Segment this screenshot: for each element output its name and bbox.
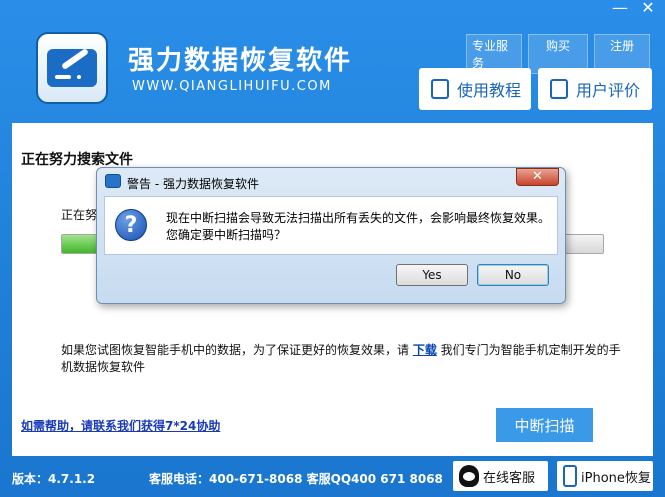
user-review-label: 用户评价 (576, 81, 641, 100)
question-icon: ? (115, 209, 147, 241)
download-link[interactable]: 下载 (413, 343, 437, 357)
online-service-button[interactable]: 在线客服 (453, 461, 548, 491)
contact-info: 客服电话：400-671-8068 客服QQ400 671 8068 (149, 472, 443, 486)
tutorial-label: 使用教程 (457, 81, 522, 100)
dialog-message-line1: 现在中断扫描会导致无法扫描出所有丢失的文件，会影响最终恢复效果。 (166, 211, 551, 225)
info-before: 如果您试图恢复智能手机中的数据，为了保证更好的恢复效果，请 (61, 343, 413, 357)
app-logo (36, 32, 108, 104)
yes-button[interactable]: Yes (396, 264, 468, 286)
help-link[interactable]: 如需帮助，请联系我们获得7*24协助 (21, 417, 220, 434)
app-url: WWW.QIANGLIHUIFU.COM (132, 79, 332, 94)
scan-status: 正在努 (61, 208, 98, 222)
phone-icon (563, 465, 577, 487)
window-controls: — ✕ (611, 0, 657, 16)
drive-icon (47, 49, 97, 87)
info-text: 如果您试图恢复智能手机中的数据，为了保证更好的恢复效果，请 下载 我们专门为智能… (61, 342, 621, 376)
dialog-body: ? 现在中断扫描会导致无法扫描出所有丢失的文件，会影响最终恢复效果。 您确定要中… (104, 196, 558, 255)
dialog-message-line2: 您确定要中断扫描吗？ (166, 228, 287, 242)
dialog-close-button[interactable]: ✕ (516, 168, 559, 186)
footer: 版本：4.7.1.2 客服电话：400-671-8068 客服QQ400 671… (0, 456, 665, 497)
stop-scan-button[interactable]: 中断扫描 (496, 408, 593, 442)
version-label: 版本：4.7.1.2 (12, 472, 96, 486)
no-button[interactable]: No (477, 264, 549, 286)
tutorial-button[interactable]: 使用教程 (419, 68, 531, 110)
close-button[interactable]: ✕ (639, 0, 657, 16)
minimize-button[interactable]: — (611, 0, 629, 16)
comment-icon (550, 79, 568, 99)
online-service-label: 在线客服 (483, 470, 536, 486)
app-window: — ✕ 强力数据恢复软件 WWW.QIANGLIHUIFU.COM 专业服务 购… (0, 0, 665, 497)
dialog-title: 警告 - 强力数据恢复软件 (127, 177, 259, 191)
user-review-button[interactable]: 用户评价 (538, 68, 652, 110)
qq-icon (459, 465, 479, 487)
section-title: 正在努力搜索文件 (21, 152, 133, 168)
app-title: 强力数据恢复软件 (128, 46, 353, 76)
iphone-recovery-button[interactable]: iPhone恢复 (557, 461, 653, 491)
app-icon (105, 174, 121, 188)
iphone-recovery-label: iPhone恢复 (581, 470, 651, 486)
document-icon (431, 79, 449, 99)
warning-dialog: 警告 - 强力数据恢复软件 ✕ ? 现在中断扫描会导致无法扫描出所有丢失的文件，… (96, 167, 566, 304)
dialog-message: 现在中断扫描会导致无法扫描出所有丢失的文件，会影响最终恢复效果。 您确定要中断扫… (166, 210, 550, 244)
progress-fill (62, 235, 100, 253)
